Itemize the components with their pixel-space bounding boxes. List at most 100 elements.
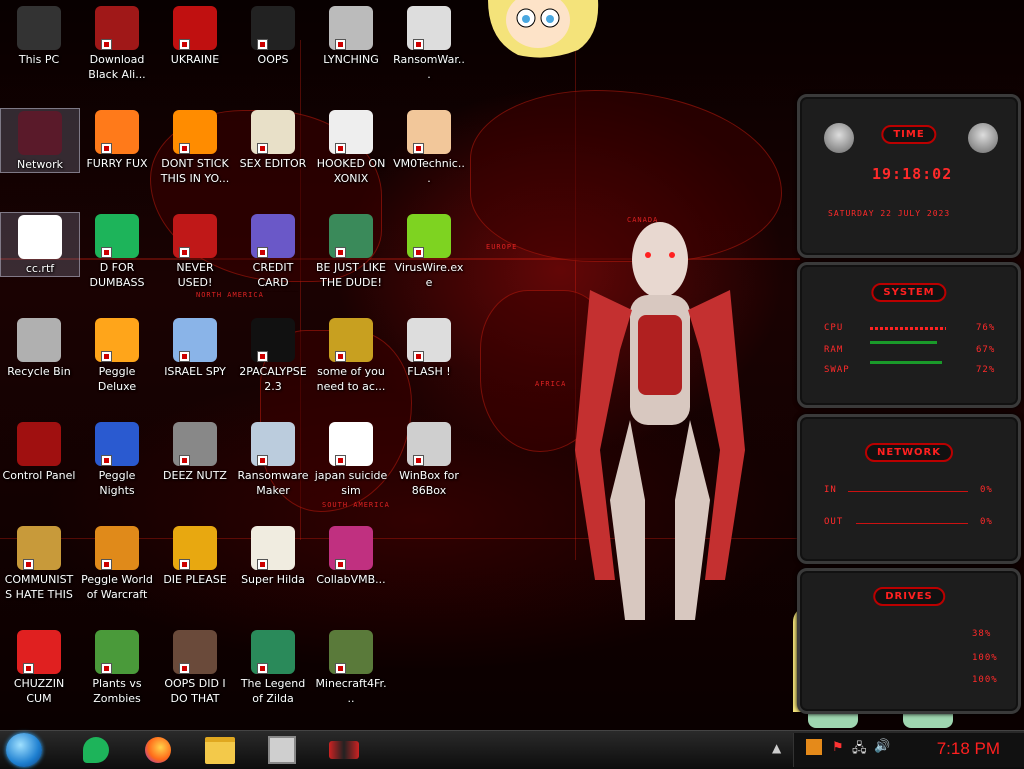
network-tray-icon[interactable]: 🖧	[852, 739, 867, 761]
devcpp-icon	[173, 214, 217, 258]
desktop-icon[interactable]: NEVER USED!	[156, 212, 234, 290]
winbox-icon	[407, 422, 451, 466]
desktop-icon[interactable]: Plants vs Zombies	[78, 628, 156, 706]
flag-icon[interactable]: ⚑	[832, 740, 844, 755]
pvz-icon	[95, 630, 139, 674]
drive-3-value: 100%	[972, 675, 998, 685]
shortcut-arrow-icon	[335, 247, 346, 258]
desktop-icon-label: WinBox for 86Box	[399, 469, 459, 497]
desktop-icon[interactable]: Control Panel	[0, 420, 78, 483]
santa-icon	[329, 214, 373, 258]
desktop-icon-label: some of you need to ac...	[316, 365, 386, 393]
radiation-icon	[173, 6, 217, 50]
desktop-icon-label: UKRAINE	[170, 53, 220, 66]
desktop-icon[interactable]: Ransomware Maker Build...	[234, 420, 312, 500]
desktop-icon[interactable]: D FOR DUMBASS	[78, 212, 156, 290]
desktop-icon[interactable]: WinBox for 86Box	[390, 420, 468, 498]
spy-network-icon	[173, 318, 217, 362]
desktop-icon[interactable]: SEX EDITOR	[234, 108, 312, 171]
desktop-icon[interactable]: CREDIT CARD CHECKER	[234, 212, 312, 292]
desktop-icon[interactable]: Recycle Bin	[0, 316, 78, 379]
shortcut-arrow-icon	[179, 663, 190, 674]
desktop-icon[interactable]: The Legend of Zilda	[234, 628, 312, 706]
shortcut-arrow-icon	[179, 143, 190, 154]
desktop-icon-label: Peggle World of Warcraft ...	[81, 573, 153, 604]
taskbar-d-app-icon[interactable]	[68, 734, 124, 766]
desktop-icon[interactable]: OOPS DID I DO THAT	[156, 628, 234, 706]
desktop-icon[interactable]: COMMUNISTS HATE THIS G...	[0, 524, 78, 604]
credit-card-icon	[251, 214, 295, 258]
d-app-icon	[83, 737, 109, 763]
desktop-icon[interactable]: Download Black Ali...	[78, 4, 156, 82]
desktop-icon[interactable]: ISRAEL SPY	[156, 316, 234, 379]
taskbar-firefox-icon[interactable]	[130, 734, 186, 766]
control-panel-icon	[17, 422, 61, 466]
net-in-graph	[848, 491, 968, 492]
desktop-icon[interactable]: Peggle Nights Deluxe	[78, 420, 156, 500]
taskbar-control-panel-icon[interactable]	[316, 734, 372, 766]
start-orb-icon[interactable]	[6, 733, 42, 767]
taskbar-winbox-icon[interactable]	[254, 734, 310, 766]
desktop-icon[interactable]: BE JUST LIKE THE DUDE!	[312, 212, 390, 290]
desktop-icon[interactable]: DEEZ NUTZ	[156, 420, 234, 483]
up-arrow-icon[interactable]: ▲	[772, 741, 781, 755]
ram-value: 67%	[976, 345, 996, 355]
net-in-label: IN	[824, 485, 837, 495]
beaver-icon	[329, 318, 373, 362]
desktop-icon[interactable]: Network	[0, 108, 80, 173]
cpu-label: CPU	[824, 323, 844, 333]
app-tray-icon[interactable]	[806, 739, 822, 755]
desktop-icon[interactable]: Peggle World of Warcraft ...	[78, 524, 156, 604]
desktop-icon[interactable]: DONT STICK THIS IN YO...	[156, 108, 234, 186]
rtf-document-icon	[18, 215, 62, 259]
desktop-icon[interactable]: RansomWar...	[390, 4, 468, 82]
desktop-icon-label: Network	[17, 158, 63, 171]
desktop-icon[interactable]: Minecraft4Fr...	[312, 628, 390, 706]
desktop-icon[interactable]: LYNCHING	[312, 4, 390, 67]
desktop-icon[interactable]: DIE PLEASE	[156, 524, 234, 587]
robot-wallpaper-figure	[575, 222, 745, 620]
desktop-icon[interactable]: japan suicide sim	[312, 420, 390, 498]
d-app-icon	[95, 214, 139, 258]
shortcut-arrow-icon	[335, 143, 346, 154]
alien-head-icon	[968, 123, 998, 153]
desktop-icon[interactable]: This PC	[0, 4, 78, 67]
shortcut-arrow-icon	[413, 39, 424, 50]
desktop-icon[interactable]: HOOKED ON XONIX	[312, 108, 390, 186]
taskbar-clock[interactable]: 7:18 PM	[937, 739, 1000, 759]
control-panel-icon	[329, 741, 359, 759]
gadget-time: 19:18:02	[872, 165, 953, 183]
desktop-icon-label: LYNCHING	[323, 53, 379, 66]
shortcut-arrow-icon	[257, 559, 268, 570]
shortcut-arrow-icon	[101, 455, 112, 466]
minecraft-block-icon	[329, 630, 373, 674]
desktop-icon[interactable]: cc.rtf	[0, 212, 80, 277]
monitor-icon	[17, 6, 61, 50]
desktop-icon-label: Super Hilda	[241, 573, 305, 586]
shortcut-arrow-icon	[101, 663, 112, 674]
system-gadget-title: SYSTEM	[871, 283, 947, 302]
star-character-sticker	[488, 0, 599, 58]
desktop-icon[interactable]: CHUZZIN CUM	[0, 628, 78, 706]
desktop-icon-label: Peggle Nights Deluxe	[98, 469, 136, 500]
desktop-icon[interactable]: VM0Technic...	[390, 108, 468, 186]
desktop-icon[interactable]: some of you need to ac...	[312, 316, 390, 394]
desktop-icon[interactable]: CollabVMB...	[312, 524, 390, 587]
desktop-icon[interactable]: VirusWire.exe	[390, 212, 468, 290]
desktop-icon[interactable]: FURRY FUX	[78, 108, 156, 171]
desktop-icon[interactable]: OOPS	[234, 4, 312, 67]
taskbar-file-explorer-icon[interactable]	[192, 734, 248, 766]
shortcut-arrow-icon	[257, 247, 268, 258]
desktop-icon[interactable]: Peggle Deluxe	[78, 316, 156, 394]
ram-label: RAM	[824, 345, 844, 355]
volume-icon[interactable]: 🔊	[874, 739, 890, 754]
desktop-icon[interactable]: FLASH !	[390, 316, 468, 379]
net-out-label: OUT	[824, 517, 844, 527]
desktop-icon[interactable]: Super Hilda	[234, 524, 312, 587]
desktop-icon[interactable]: UKRAINE	[156, 4, 234, 67]
desktop-icon-label: Plants vs Zombies	[92, 677, 142, 705]
shortcut-arrow-icon	[23, 663, 34, 674]
drive-2-value: 100%	[972, 653, 998, 663]
shortcut-arrow-icon	[335, 39, 346, 50]
desktop-icon[interactable]: 2PACALYPSE 2.3	[234, 316, 312, 394]
